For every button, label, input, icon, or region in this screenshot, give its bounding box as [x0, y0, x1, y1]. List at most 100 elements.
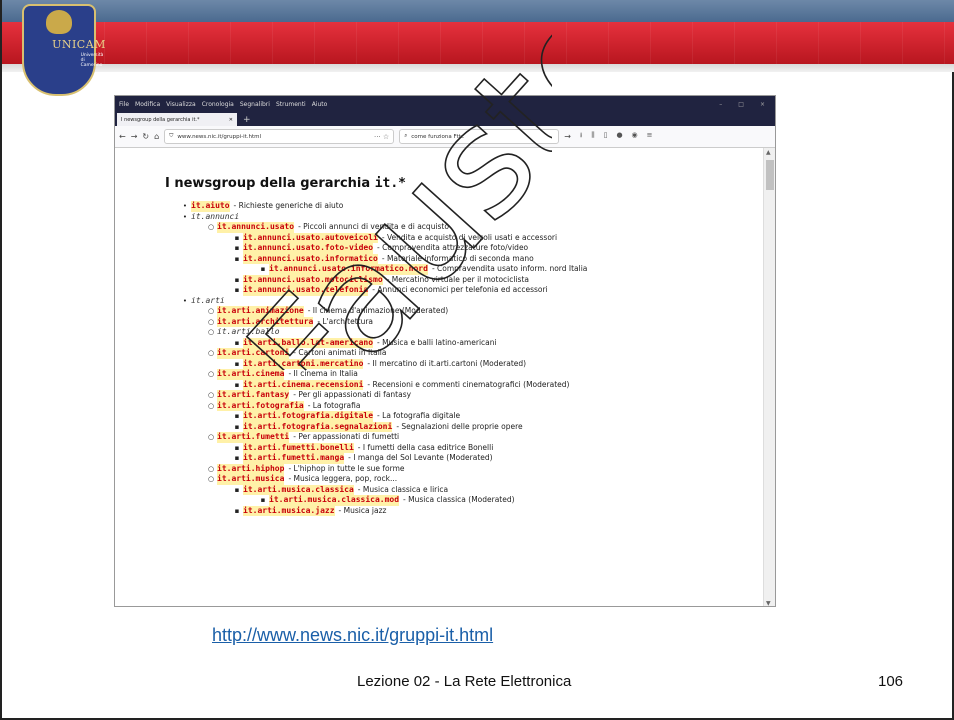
newsgroup-link: it.annunci — [191, 211, 240, 221]
bullet: ▪ — [234, 233, 240, 242]
newsgroup-link[interactable]: it.arti.animazione — [217, 306, 304, 317]
extension-icon[interactable]: ● — [616, 131, 622, 142]
go-icon[interactable]: → — [564, 132, 571, 141]
list-item: ▪ it.annunci.usato.motociclismo - Mercatin… — [165, 274, 765, 285]
newsgroup-link[interactable]: it.annunci.usato — [217, 222, 295, 233]
newsgroup-description: - I fumetti della casa editrice Bonelli — [357, 442, 494, 452]
newsgroup-description: - La fotografia — [307, 400, 361, 410]
menu-item[interactable]: Cronologia — [202, 101, 234, 108]
logo-name: UNICAM — [52, 38, 106, 51]
bullet: ▪ — [234, 412, 240, 420]
close-window-icon[interactable]: × — [760, 101, 765, 108]
shield-icon: ⛉ — [169, 133, 174, 139]
newsgroup-description: - La fotografia digitale — [377, 411, 461, 420]
newsgroup-link[interactable]: it.arti.cinema — [217, 369, 285, 380]
new-tab-icon[interactable]: + — [243, 114, 251, 126]
newsgroup-link[interactable]: it.arti.fotografia.segnalazioni — [243, 421, 393, 432]
url-bar[interactable]: ⛉ www.news.nic.it/gruppi-it.html ··· ☆ — [164, 129, 395, 144]
newsgroup-link[interactable]: it.arti.hiphop — [217, 463, 285, 474]
list-item: ▪ it.arti.ballo.lat-americano - Musica e b… — [165, 337, 765, 348]
newsgroup-link[interactable]: it.arti.musica.classica.mod — [269, 495, 400, 506]
newsgroup-link[interactable]: it.arti.musica — [217, 474, 285, 485]
newsgroup-link[interactable]: it.arti.fotografia.digitale — [243, 411, 374, 422]
newsgroup-link[interactable]: it.arti.architettura — [217, 316, 314, 327]
newsgroup-description: - Musica e balli latino-americani — [377, 337, 497, 347]
newsgroup-description: - Segnalazioni delle proprie opere — [396, 421, 523, 431]
newsgroup-link[interactable]: it.arti.cartoni.mercatino — [243, 358, 364, 369]
scrollbar[interactable]: ▲ ▼ — [763, 148, 775, 606]
newsgroup-link[interactable]: it.annunci.usato.motociclismo — [243, 274, 383, 285]
newsgroup-link[interactable]: it.arti.cartoni — [217, 348, 290, 359]
bullet: ○ — [207, 433, 215, 441]
page-actions-icon[interactable]: ··· ☆ — [374, 133, 389, 141]
minimize-icon[interactable]: – — [719, 101, 722, 108]
list-item: ▪ it.arti.fotografia.segnalazioni - Segnal… — [165, 421, 765, 432]
bullet: ○ — [207, 223, 215, 231]
newsgroup-link[interactable]: it.arti.ballo.lat-americano — [243, 337, 374, 348]
tab-title: I newsgroup della gerarchia it.* — [121, 116, 200, 123]
menu-icon[interactable]: ≡ — [647, 131, 653, 142]
newsgroup-link[interactable]: it.arti.fotografia — [217, 400, 304, 411]
scroll-up-icon[interactable]: ▲ — [766, 149, 771, 156]
menu-item[interactable]: Aiuto — [312, 101, 328, 108]
logo-year: 1336 — [98, 72, 112, 78]
menu-item[interactable]: Strumenti — [276, 101, 306, 108]
tab-close-icon[interactable]: ✕ — [229, 117, 233, 123]
bullet: ▪ — [234, 338, 240, 347]
bullet: ○ — [207, 370, 215, 378]
newsgroup-link[interactable]: it.arti.fumetti.bonelli — [243, 442, 354, 453]
newsgroup-link[interactable]: it.arti.fumetti.manga — [243, 453, 345, 464]
scrollbar-thumb[interactable] — [766, 160, 774, 190]
menu-item[interactable]: Segnalibri — [240, 101, 270, 108]
sidebar-icon[interactable]: ▯ — [604, 131, 608, 142]
newsgroup-link[interactable]: it.arti.musica.jazz — [243, 505, 335, 516]
list-item: ▪ it.annunci.usato.autoveicoli - Vendita e… — [165, 232, 765, 243]
page-title-text: I newsgroup della gerarchia — [165, 176, 375, 191]
newsgroup-description: - Vendita e acquisto di veicoli usati e … — [381, 232, 558, 242]
newsgroup-description: - Il cinema d'animazione (Moderated) — [307, 306, 449, 315]
maximize-icon[interactable]: □ — [738, 101, 744, 108]
bullet: • — [182, 212, 188, 221]
search-bar[interactable]: ⌕ come funziona Fttc — [399, 129, 560, 144]
bullet: ○ — [207, 464, 215, 473]
newsgroup-link[interactable]: it.annunci.usato.foto-video — [243, 243, 374, 254]
newsgroup-link[interactable]: it.annunci.usato.telefonia — [243, 285, 369, 296]
bullet: ▪ — [234, 506, 240, 515]
source-link[interactable]: http://www.news.nic.it/gruppi-it.html — [212, 625, 493, 646]
newsgroup-description: - Richieste generiche di aiuto — [233, 201, 344, 210]
banner-gray-strip — [2, 64, 954, 72]
newsgroup-link[interactable]: it.arti.fumetti — [217, 432, 290, 443]
newsgroup-link[interactable]: it.aiuto — [191, 201, 230, 212]
back-icon[interactable]: ← — [119, 132, 126, 141]
menu-item[interactable]: File — [119, 101, 129, 108]
bullet: ▪ — [234, 485, 240, 494]
account-icon[interactable]: ◉ — [632, 131, 638, 142]
bullet: ▪ — [234, 254, 240, 263]
browser-tab[interactable]: I newsgroup della gerarchia it.* ✕ — [117, 113, 237, 126]
menu-item[interactable]: Modifica — [135, 101, 160, 108]
download-icon[interactable]: ⭳ — [580, 131, 582, 142]
bullet: ▪ — [234, 359, 240, 368]
newsgroup-link[interactable]: it.arti.cinema.recensioni — [243, 379, 364, 390]
reload-icon[interactable]: ↻ — [142, 132, 149, 141]
scroll-down-icon[interactable]: ▼ — [766, 600, 771, 606]
forward-icon[interactable]: → — [131, 132, 138, 141]
home-icon[interactable]: ⌂ — [154, 132, 159, 141]
bullet: ▪ — [260, 496, 266, 504]
bullet: ▪ — [234, 380, 240, 389]
page-number: 106 — [878, 673, 904, 690]
newsgroup-link[interactable]: it.arti.musica.classica — [243, 484, 354, 495]
newsgroup-link[interactable]: it.arti.fantasy — [217, 390, 290, 401]
newsgroup-link[interactable]: it.annunci.usato.autoveicoli — [243, 232, 378, 243]
list-item: ○ it.arti.fantasy - Per gli appassionati d… — [165, 390, 765, 401]
list-item: ○ it.annunci.usato - Piccoli annunci di ve… — [165, 222, 765, 233]
newsgroup-link[interactable]: it.annunci.usato.informatico — [243, 253, 378, 264]
newsgroup-description: - Musica jazz — [338, 505, 387, 515]
newsgroup-description: - Musica classica e lirica — [357, 484, 449, 494]
newsgroup-link[interactable]: it.annunci.usato.informatico.nord — [269, 264, 428, 275]
list-item: ○ it.arti.cinema - Il cinema in Italia — [165, 369, 765, 380]
page-title-mono: it.* — [374, 176, 406, 191]
menu-item[interactable]: Visualizza — [166, 101, 196, 108]
bullet: ○ — [207, 349, 215, 357]
library-icon[interactable]: ⫼ — [591, 131, 594, 142]
